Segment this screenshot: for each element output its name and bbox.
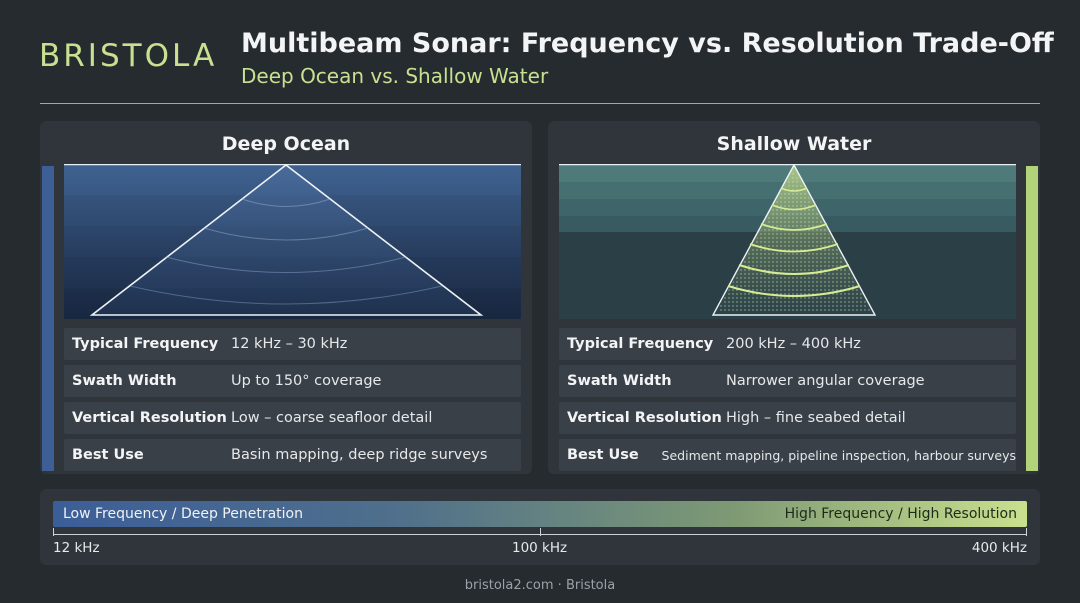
spec-key: Vertical Resolution xyxy=(567,410,722,426)
frequency-scale: Low Frequency / Deep Penetration High Fr… xyxy=(40,489,1040,565)
shallow-water-sonar-diagram xyxy=(559,164,1016,319)
frequency-gradient-bar: Low Frequency / Deep Penetration High Fr… xyxy=(53,501,1027,527)
spec-value: 12 kHz – 30 kHz xyxy=(231,336,348,352)
low-frequency-label: Low Frequency / Deep Penetration xyxy=(63,506,303,522)
tick-label-12khz: 12 kHz xyxy=(53,540,100,556)
spec-key: Swath Width xyxy=(567,373,672,389)
spec-key: Typical Frequency xyxy=(567,336,714,352)
deep-ocean-accent-bar xyxy=(42,166,54,471)
shallow-water-panel: Shallow Water Typical Frequency 200 kHz xyxy=(548,121,1040,474)
spec-value: 200 kHz – 400 kHz xyxy=(726,336,861,352)
spec-value: Basin mapping, deep ridge surveys xyxy=(231,447,488,463)
high-frequency-label: High Frequency / High Resolution xyxy=(784,506,1017,522)
shallow-water-accent-bar xyxy=(1026,166,1038,471)
spec-key: Vertical Resolution xyxy=(72,410,227,426)
deep-spec-row-resolution: Vertical Resolution Low – coarse seafloo… xyxy=(64,402,521,434)
page-title: Multibeam Sonar: Frequency vs. Resolutio… xyxy=(241,28,1054,59)
spec-key: Best Use xyxy=(72,447,144,463)
spec-value: Low – coarse seafloor detail xyxy=(231,410,433,426)
spec-value: Sediment mapping, pipeline inspection, h… xyxy=(661,447,1016,463)
axis-tick xyxy=(540,528,541,536)
deep-spec-row-best-use: Best Use Basin mapping, deep ridge surve… xyxy=(64,439,521,471)
spec-key: Swath Width xyxy=(72,373,177,389)
header-divider xyxy=(40,103,1040,104)
shallow-spec-row-resolution: Vertical Resolution High – fine seabed d… xyxy=(559,402,1016,434)
spec-key: Typical Frequency xyxy=(72,336,219,352)
axis-tick xyxy=(1026,528,1027,536)
deep-spec-row-frequency: Typical Frequency 12 kHz – 30 kHz xyxy=(64,328,521,360)
deep-ocean-panel: Deep Ocean Typical Frequency 12 kHz – 30… xyxy=(40,121,532,474)
deep-spec-row-swath: Swath Width Up to 150° coverage xyxy=(64,365,521,397)
deep-ocean-sonar-diagram xyxy=(64,164,521,319)
page-subtitle: Deep Ocean vs. Shallow Water xyxy=(241,64,549,88)
shallow-spec-row-frequency: Typical Frequency 200 kHz – 400 kHz xyxy=(559,328,1016,360)
footer-credit: bristola2.com · Bristola xyxy=(464,578,616,593)
shallow-water-title: Shallow Water xyxy=(716,133,872,155)
spec-value: High – fine seabed detail xyxy=(726,410,906,426)
spec-key: Best Use xyxy=(567,447,639,463)
shallow-spec-row-swath: Swath Width Narrower angular coverage xyxy=(559,365,1016,397)
deep-ocean-title: Deep Ocean xyxy=(221,133,351,155)
spec-value: Narrower angular coverage xyxy=(726,373,925,389)
deep-ocean-spec-table: Typical Frequency 12 kHz – 30 kHz Swath … xyxy=(64,328,521,474)
tick-label-400khz: 400 kHz xyxy=(971,540,1027,556)
axis-tick xyxy=(53,528,54,536)
spec-value: Up to 150° coverage xyxy=(231,373,382,389)
bristola-logo: BRISTOLA xyxy=(39,38,218,74)
tick-label-100khz: 100 kHz xyxy=(512,540,568,556)
shallow-spec-row-best-use: Best Use Sediment mapping, pipeline insp… xyxy=(559,439,1016,471)
shallow-water-spec-table: Typical Frequency 200 kHz – 400 kHz Swat… xyxy=(559,328,1016,474)
